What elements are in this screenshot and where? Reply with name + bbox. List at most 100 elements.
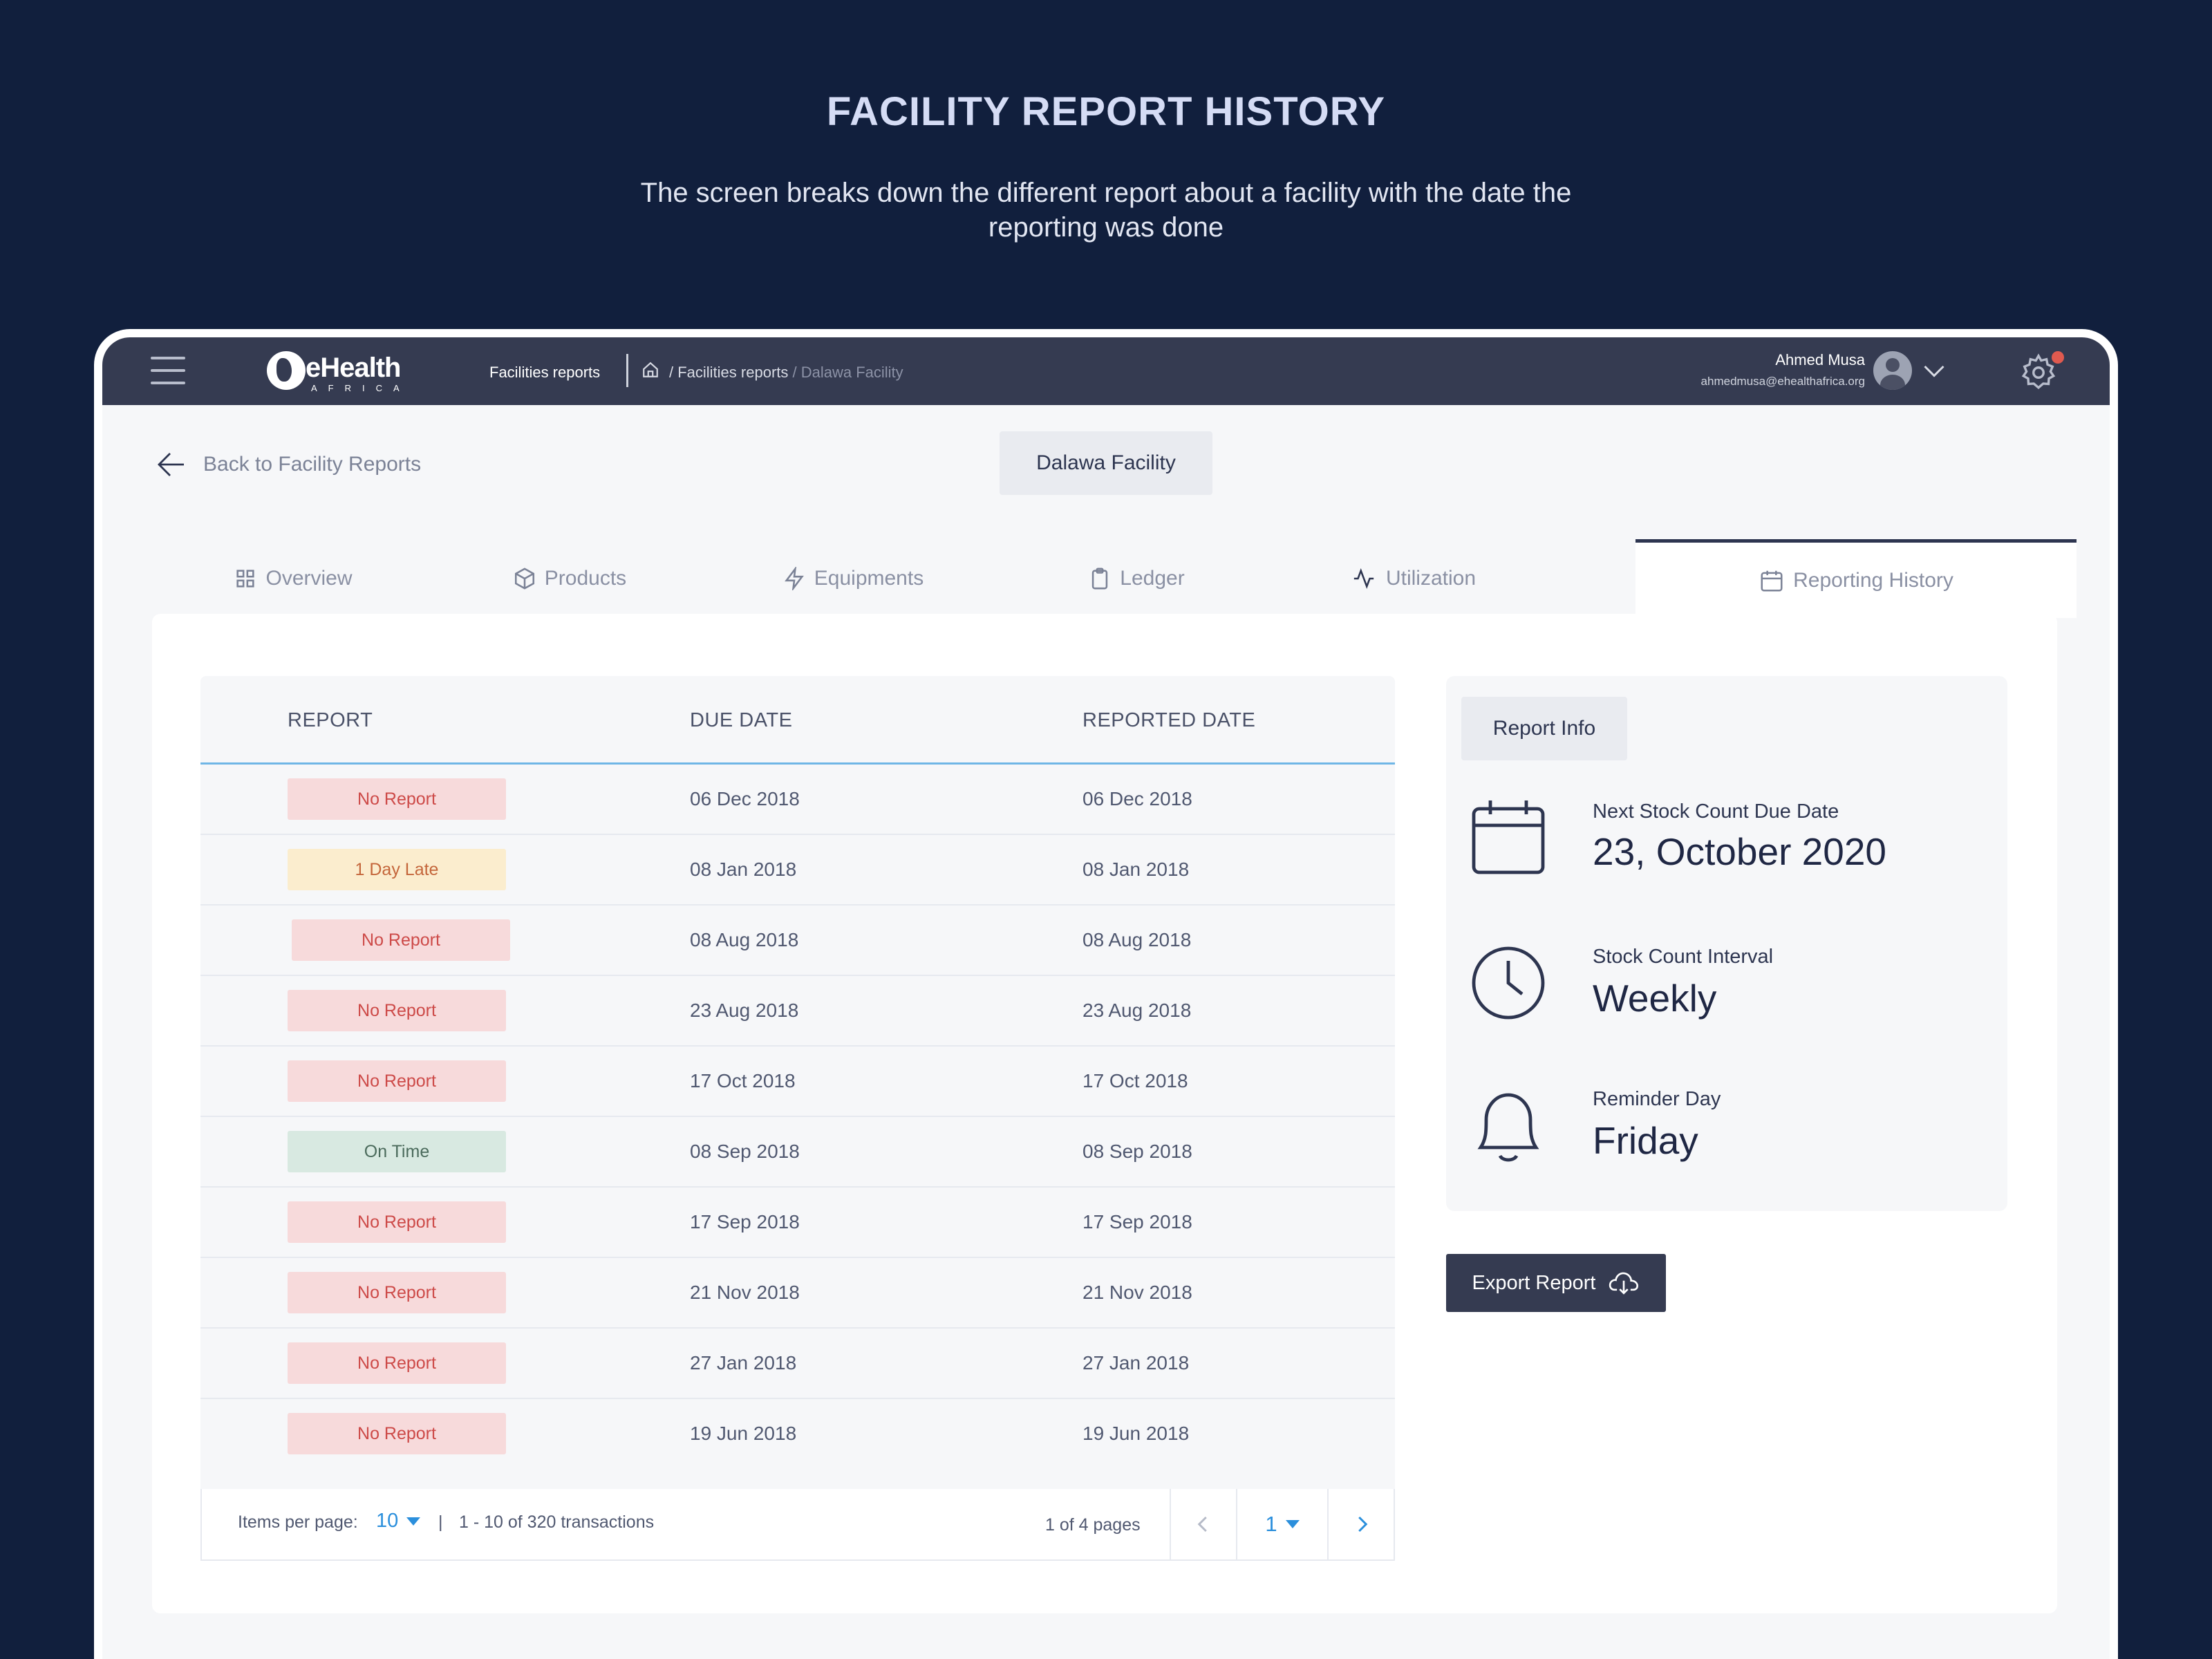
previous-page-button[interactable] [1170,1489,1236,1559]
user-email: ahmedmusa@ehealthafrica.org [1700,375,1865,388]
tab-label: Reporting History [1793,568,1953,592]
pulse-icon [1353,568,1374,589]
column-header-report[interactable]: REPORT [288,709,373,732]
tab-label: Utilization [1385,567,1477,590]
logo-name: eHealth [306,353,401,383]
tab-label: Products [544,567,627,590]
status-badge: No Report [288,1342,506,1384]
table-row[interactable]: No Report 21 Nov 2018 21 Nov 2018 [200,1258,1395,1329]
due-date-cell: 23 Aug 2018 [690,1000,799,1021]
notification-dot [2052,351,2064,364]
table-row[interactable]: No Report 17 Oct 2018 17 Oct 2018 [200,1047,1395,1117]
items-per-page-select[interactable]: 10 [376,1510,420,1533]
next-count-value: 23, October 2020 [1593,830,1887,873]
export-report-button[interactable]: Export Report [1446,1254,1666,1312]
reported-date-cell: 08 Sep 2018 [1082,1141,1192,1162]
table-row[interactable]: On Time 08 Sep 2018 08 Sep 2018 [200,1117,1395,1188]
export-report-label: Export Report [1472,1271,1596,1294]
logo[interactable]: eHealth AFRICA [267,348,412,394]
tab-reporting-history[interactable]: Reporting History [1635,539,2077,618]
tab-label: Equipments [814,567,924,590]
box-icon [514,568,534,590]
due-date-cell: 21 Nov 2018 [690,1282,800,1303]
page-count: 1 of 4 pages [1045,1515,1141,1535]
user-name: Ahmed Musa [1775,351,1865,368]
due-date-cell: 08 Aug 2018 [690,929,799,950]
top-bar: eHealth AFRICA Facilities reports / Faci… [102,337,2110,405]
reminder-value: Friday [1593,1119,1698,1162]
table-row[interactable]: No Report 19 Jun 2018 19 Jun 2018 [200,1399,1395,1470]
next-count-label: Next Stock Count Due Date [1593,800,1839,823]
reported-date-cell: 08 Aug 2018 [1082,929,1192,950]
status-badge: On Time [288,1131,506,1172]
tab-ledger[interactable]: Ledger [998,539,1275,618]
breadcrumb-section-title[interactable]: Facilities reports [489,364,600,382]
interval-label: Stock Count Interval [1593,946,1774,968]
page-select-value: 1 [1265,1512,1299,1537]
status-badge: No Report [288,1272,506,1313]
chevron-left-icon [1197,1516,1207,1533]
table-row[interactable]: No Report 17 Sep 2018 17 Sep 2018 [200,1188,1395,1258]
back-link-label: Back to Facility Reports [203,453,422,476]
tab-utilization[interactable]: Utilization [1275,539,1551,618]
lightning-icon [784,567,804,590]
items-per-page-label: Items per page: [238,1512,358,1532]
hero-subtitle: The screen breaks down the different rep… [640,178,1572,243]
tab-label: Overview [265,567,353,590]
globe-icon [267,351,306,390]
tab-overview[interactable]: Overview [155,539,431,618]
cloud-download-icon [1609,1272,1639,1295]
clipboard-icon [1092,568,1108,590]
reported-date-cell: 23 Aug 2018 [1082,1000,1192,1021]
interval-value: Weekly [1593,977,1717,1020]
pagination-bar: Items per page: 10 | 1 - 10 of 320 trans… [200,1489,1395,1561]
due-date-cell: 08 Sep 2018 [690,1141,800,1162]
next-page-button[interactable] [1327,1489,1395,1559]
column-header-due-date[interactable]: DUE DATE [690,709,792,732]
report-table: REPORT DUE DATE REPORTED DATE No Report … [200,676,1395,1561]
due-date-cell: 06 Dec 2018 [690,788,800,809]
table-row[interactable]: No Report 27 Jan 2018 27 Jan 2018 [200,1329,1395,1399]
menu-icon[interactable] [151,357,185,384]
due-date-cell: 17 Sep 2018 [690,1211,800,1232]
grid-icon [236,570,255,588]
status-badge: No Report [288,1060,506,1102]
status-badge: No Report [288,1201,506,1243]
status-badge: 1 Day Late [288,849,506,890]
column-header-reported-date[interactable]: REPORTED DATE [1082,709,1255,732]
table-row[interactable]: No Report 08 Aug 2018 08 Aug 2018 [200,906,1395,976]
breadcrumb-divider [626,354,628,387]
calendar-icon [1472,800,1545,874]
avatar[interactable] [1873,351,1912,390]
status-badge: No Report [288,778,506,820]
reported-date-cell: 19 Jun 2018 [1082,1423,1190,1444]
tab-products[interactable]: Products [431,539,708,618]
breadcrumb: / Facilities reports / Dalawa Facility [669,364,903,382]
facility-name-chip: Dalawa Facility [1000,431,1212,495]
back-link[interactable]: Back to Facility Reports [155,444,421,485]
tab-equipments[interactable]: Equipments [708,539,998,618]
reported-date-cell: 08 Jan 2018 [1082,859,1190,880]
report-info-card: Report Info Next Stock Count Due Date 23… [1446,676,2007,1211]
chevron-down-icon[interactable] [1922,358,1947,383]
app-window: eHealth AFRICA Facilities reports / Faci… [102,337,2110,1659]
home-icon[interactable] [641,361,659,379]
reported-date-cell: 17 Sep 2018 [1082,1211,1192,1232]
clock-icon [1472,946,1545,1020]
reported-date-cell: 27 Jan 2018 [1082,1352,1190,1374]
tab-label: Ledger [1120,567,1185,590]
tab-bar: Overview Products Equipments Ledger Util… [155,539,2077,618]
reminder-label: Reminder Day [1593,1088,1721,1110]
reported-date-cell: 17 Oct 2018 [1082,1070,1188,1091]
table-row[interactable]: 1 Day Late 08 Jan 2018 08 Jan 2018 [200,835,1395,906]
reported-date-cell: 06 Dec 2018 [1082,788,1192,809]
table-header: REPORT DUE DATE REPORTED DATE [200,676,1395,765]
bell-icon [1477,1093,1539,1162]
table-row[interactable]: No Report 06 Dec 2018 06 Dec 2018 [200,765,1395,835]
reported-date-cell: 21 Nov 2018 [1082,1282,1192,1303]
breadcrumb-link[interactable]: / Facilities reports [669,364,788,381]
page-select[interactable]: 1 [1236,1489,1327,1559]
breadcrumb-current: / Dalawa Facility [792,364,903,381]
pagination-separator: | [438,1512,443,1532]
table-row[interactable]: No Report 23 Aug 2018 23 Aug 2018 [200,976,1395,1047]
